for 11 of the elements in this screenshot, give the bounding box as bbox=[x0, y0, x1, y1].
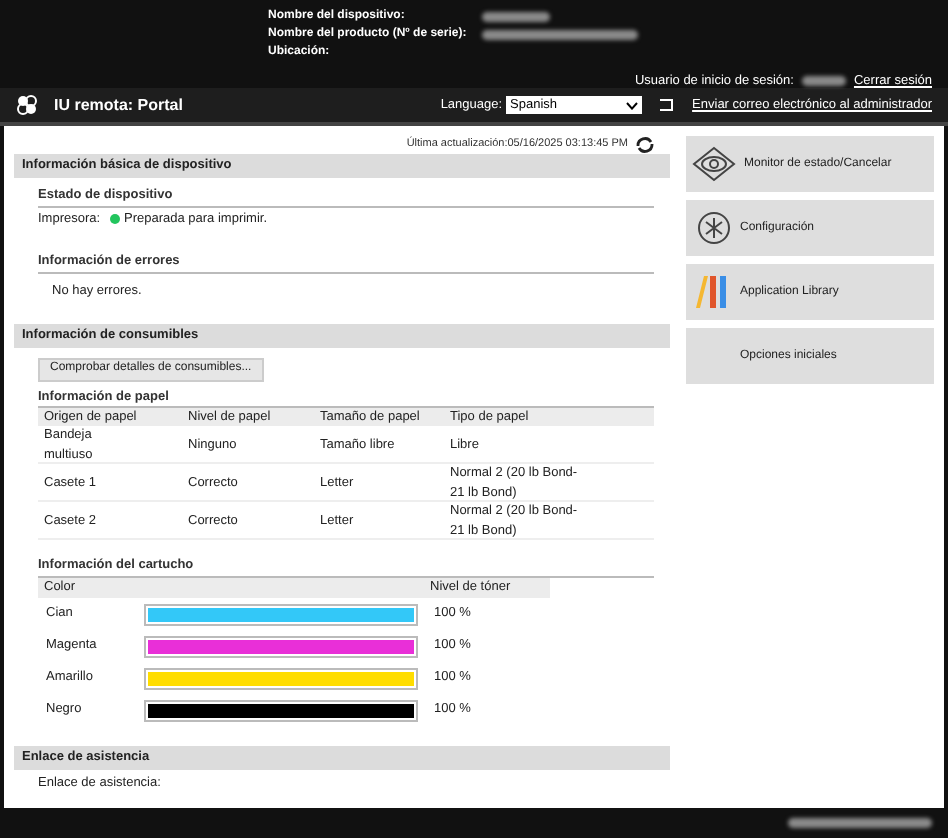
refresh-icon[interactable] bbox=[636, 136, 654, 154]
chevron-down-icon bbox=[626, 101, 639, 109]
eye-icon bbox=[692, 146, 736, 182]
redacted-text bbox=[788, 818, 932, 828]
logo-icon bbox=[16, 94, 38, 116]
return-icon[interactable] bbox=[658, 98, 677, 112]
portal-title: IU remota: Portal bbox=[54, 93, 183, 117]
gear-icon bbox=[692, 210, 732, 246]
redacted-text bbox=[801, 76, 846, 87]
redacted-text bbox=[482, 12, 550, 22]
app-library-icon bbox=[692, 274, 732, 310]
